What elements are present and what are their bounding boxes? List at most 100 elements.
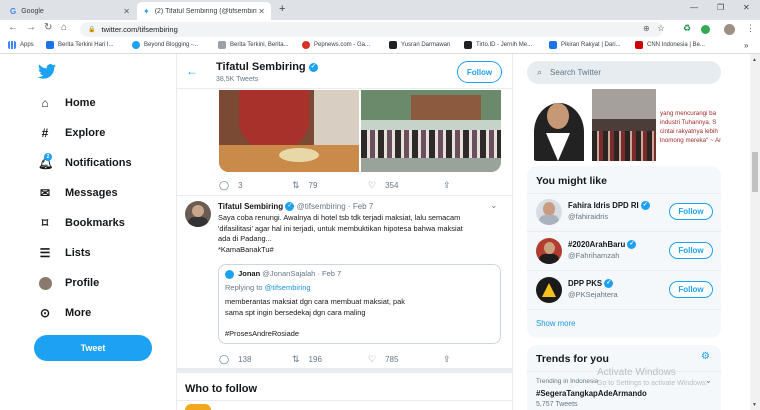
show-more-link[interactable]: Show more [536, 319, 575, 328]
bookmark-item[interactable]: CNN Indonesia | Be... [635, 41, 705, 49]
nav-bookmarks[interactable]: ⌑ Bookmarks [38, 216, 125, 230]
site-favicon [218, 41, 226, 49]
home-icon[interactable]: ⌂ [61, 22, 67, 33]
url-text: twitter.com/tifsembiring [101, 25, 178, 34]
bookmark-item[interactable]: Tirto.ID - Jernih Me... [464, 41, 532, 49]
menu-icon[interactable]: ⋮ [746, 23, 755, 34]
tweet-author-name[interactable]: Tifatul Sembiring [218, 202, 283, 211]
profile-avatar[interactable] [724, 24, 735, 35]
reply-action[interactable]: ◯ 3 [219, 180, 243, 191]
follow-button[interactable]: Follow [457, 61, 502, 83]
account-name[interactable]: #2020ArahBaru ✓ [568, 240, 637, 250]
bookmark-item[interactable]: Berita Terkini Hari I... [46, 41, 114, 49]
nav-more[interactable]: ⊙ More [38, 306, 91, 320]
star-icon[interactable]: ☆ [657, 23, 665, 34]
tweet-more-icon[interactable]: ⌄ [490, 200, 498, 211]
scroll-down-arrow[interactable]: ▼ [752, 402, 757, 408]
forward-button[interactable]: → [26, 22, 36, 33]
bookmarks-overflow-icon[interactable]: » [744, 41, 748, 50]
twitter-logo-icon[interactable] [38, 64, 56, 84]
quoted-tweet-hashtag: #ProsesAndreRosiade [225, 329, 299, 338]
share-icon: ⇪ [443, 180, 451, 190]
follow-button[interactable]: Follow [669, 203, 713, 220]
like-action[interactable]: ♡ 354 [368, 180, 398, 191]
account-avatar[interactable] [536, 199, 562, 225]
minimize-button[interactable]: — [690, 3, 698, 12]
profile-name: Tifatul Sembiring ✓ [216, 61, 318, 73]
tab-twitter[interactable]: ✦ (2) Tifatul Sembiring (@tifsembiri ✕ [137, 2, 271, 20]
verified-badge-icon: ✓ [640, 201, 650, 211]
section-divider [177, 400, 512, 401]
media-caption-line: industri Tuhannya. S [660, 119, 717, 126]
heart-icon: ♡ [368, 354, 377, 364]
maximize-button[interactable]: ❐ [717, 3, 724, 12]
follow-button[interactable]: Follow [669, 242, 713, 259]
tweet-photo[interactable] [219, 90, 359, 172]
more-circle-icon: ⊙ [39, 306, 51, 320]
bookmark-item[interactable]: Pepnews.com - Ga... [302, 41, 370, 49]
nav-explore[interactable]: # Explore [38, 126, 106, 140]
new-tab-button[interactable]: + [279, 3, 285, 15]
reload-button[interactable]: ↻ [44, 22, 52, 33]
heart-icon: ♡ [368, 180, 377, 190]
quoted-tweet-header: Jonan @JonanSajalah · Feb 7 [225, 269, 341, 279]
extension-recycle-icon[interactable]: ♻ [683, 23, 691, 34]
tab-google[interactable]: G Google ✕ [4, 2, 136, 20]
account-avatar[interactable] [536, 238, 562, 264]
tab-title: (2) Tifatul Sembiring (@tifsembiri [154, 7, 257, 15]
nav-messages[interactable]: ✉ Messages [38, 186, 118, 200]
tweet-author-handle[interactable]: @tifsembiring [297, 202, 346, 211]
settings-gear-icon[interactable]: ⚙ [701, 351, 710, 362]
zoom-icon[interactable]: ⊕ [643, 24, 650, 33]
back-button[interactable]: ← [8, 22, 18, 33]
retweet-action[interactable]: ⇅ 196 [292, 354, 322, 365]
account-name[interactable]: Fahira Idris DPD RI ✓ [568, 201, 650, 211]
address-bar[interactable]: 🔒 twitter.com/tifsembiring [80, 22, 663, 37]
nav-lists[interactable]: ☰ Lists [38, 246, 91, 260]
account-avatar[interactable] [536, 277, 562, 303]
retweet-action[interactable]: ⇅ 79 [292, 180, 317, 191]
bookmark-item[interactable]: Pikiran Rakyat | Dari... [549, 41, 621, 49]
replying-to-link[interactable]: @tifsembiring [265, 283, 311, 292]
scrollbar-thumb[interactable] [752, 152, 758, 192]
suggested-avatar[interactable] [185, 404, 211, 410]
follow-button[interactable]: Follow [669, 281, 713, 298]
notification-badge: 2 [44, 153, 52, 161]
share-action[interactable]: ⇪ [443, 354, 460, 365]
close-icon[interactable]: ✕ [123, 7, 130, 16]
bookmark-item[interactable]: Beyond Blogging -... [132, 41, 198, 49]
window-close-button[interactable]: ✕ [743, 3, 750, 12]
home-icon: ⌂ [41, 96, 49, 110]
extension-icon[interactable] [701, 25, 710, 34]
like-action[interactable]: ♡ 785 [368, 354, 398, 365]
panel-divider [527, 231, 721, 232]
bookmark-item[interactable]: Yusran Darmawan [389, 41, 450, 49]
scroll-up-arrow[interactable]: ▲ [752, 57, 757, 63]
share-action[interactable]: ⇪ [443, 180, 460, 191]
tweet-date[interactable]: · Feb 7 [348, 202, 373, 211]
trend-topic[interactable]: #SegeraTangkapAdeArmando [536, 389, 647, 398]
tweet-photo[interactable] [361, 90, 501, 172]
close-icon[interactable]: ✕ [258, 7, 265, 16]
bookmark-apps[interactable]: Apps [8, 41, 34, 49]
media-caption-line: yang mencurangi ba [660, 110, 717, 117]
tweet-button[interactable]: Tweet [34, 335, 152, 361]
search-input[interactable]: ⌕ Search Twitter [527, 61, 721, 84]
nav-notifications[interactable]: 🔔︎ 2 Notifications [38, 153, 132, 170]
scrollbar-track[interactable] [750, 54, 760, 410]
nav-home[interactable]: ⌂ Home [38, 96, 95, 110]
share-icon: ⇪ [443, 354, 451, 364]
media-preview[interactable]: yang mencurangi ba industri Tuhannya. S … [528, 89, 721, 161]
bookmark-item[interactable]: Berita Terkini, Berita... [218, 41, 289, 49]
trend-context: Trending in Indonesia [536, 378, 599, 385]
back-arrow-icon[interactable]: ← [186, 64, 198, 78]
nav-profile[interactable]: Profile [38, 276, 99, 291]
site-favicon [46, 41, 54, 49]
lock-icon: 🔒 [88, 27, 96, 33]
reply-action[interactable]: ◯ 138 [219, 354, 251, 365]
column-divider [512, 54, 513, 410]
account-name[interactable]: DPP PKS ✓ [568, 279, 614, 289]
panel-divider [527, 270, 721, 271]
who-to-follow-title: Who to follow [185, 383, 258, 395]
tweet-author-avatar[interactable] [185, 201, 211, 227]
